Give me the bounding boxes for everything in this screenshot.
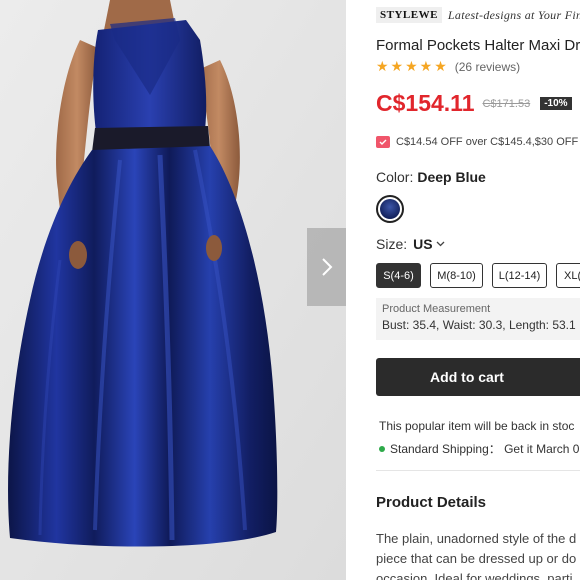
star-rating-icon: ★★★★★ [376,58,449,74]
product-measurement-box: Product Measurement Bust: 35.4, Waist: 3… [376,298,580,340]
shipping-text: Standard Shipping： Get it March 0 [390,442,580,456]
coupon-icon [376,136,390,148]
product-details-text: The plain, unadorned style of the d piec… [376,529,576,580]
product-photo [0,0,346,580]
brand-banner[interactable]: STYLEWE Latest-designs at Your Fingert [376,7,580,23]
color-swatch-deep-blue[interactable] [376,195,404,223]
size-option[interactable]: XL( [556,263,580,288]
shipping-info: Standard Shipping： Get it March 0 [379,440,579,457]
current-price: C$154.11 [376,90,475,116]
add-to-cart-button[interactable]: Add to cart [376,358,580,396]
coupon-row[interactable]: C$14.54 OFF over C$145.4,$30 OFF o [376,136,580,148]
size-option[interactable]: L(12-14) [492,263,547,288]
details-line: occasion. Ideal for weddings, parti [376,571,573,580]
details-line: piece that can be dressed up or do [376,551,577,566]
measurement-values: Bust: 35.4, Waist: 30.3, Length: 53.1 [382,318,576,332]
stock-note: This popular item will be back in stoc [379,419,575,433]
brand-tagline: Latest-designs at Your Fingert [447,7,580,22]
panel-gap [346,0,360,580]
size-options: S(4-6) M(8-10) L(12-14) XL( [376,263,580,288]
discount-badge: -10% [540,97,572,110]
chevron-right-icon [321,258,332,276]
size-label: Size: US [376,236,445,252]
reviews-link[interactable]: (26 reviews) [455,60,520,74]
brand-logo[interactable]: STYLEWE [376,7,442,23]
product-image-gallery[interactable] [0,0,346,580]
product-info-panel: STYLEWE Latest-designs at Your Fingert F… [376,0,580,580]
size-option[interactable]: S(4-6) [376,263,421,288]
product-details-heading[interactable]: Product Details [376,494,486,511]
color-label: Color: Deep Blue [376,169,486,185]
size-system-dropdown[interactable]: US [413,236,432,252]
product-title: Formal Pockets Halter Maxi Dr [376,37,580,54]
price-row: C$154.11 C$171.53 -10% [376,90,572,117]
coupon-text: C$14.54 OFF over C$145.4,$30 OFF o [396,136,580,148]
selected-color: Deep Blue [417,169,486,185]
dot-icon [379,445,385,452]
original-price: C$171.53 [482,97,531,110]
details-line: The plain, unadorned style of the d [376,531,577,546]
divider [376,470,580,471]
next-image-button[interactable] [307,228,346,306]
size-option[interactable]: M(8-10) [430,263,483,288]
chevron-down-icon[interactable] [436,239,445,250]
measurement-title: Product Measurement [382,303,491,315]
rating-row[interactable]: ★★★★★ (26 reviews) [376,58,520,75]
